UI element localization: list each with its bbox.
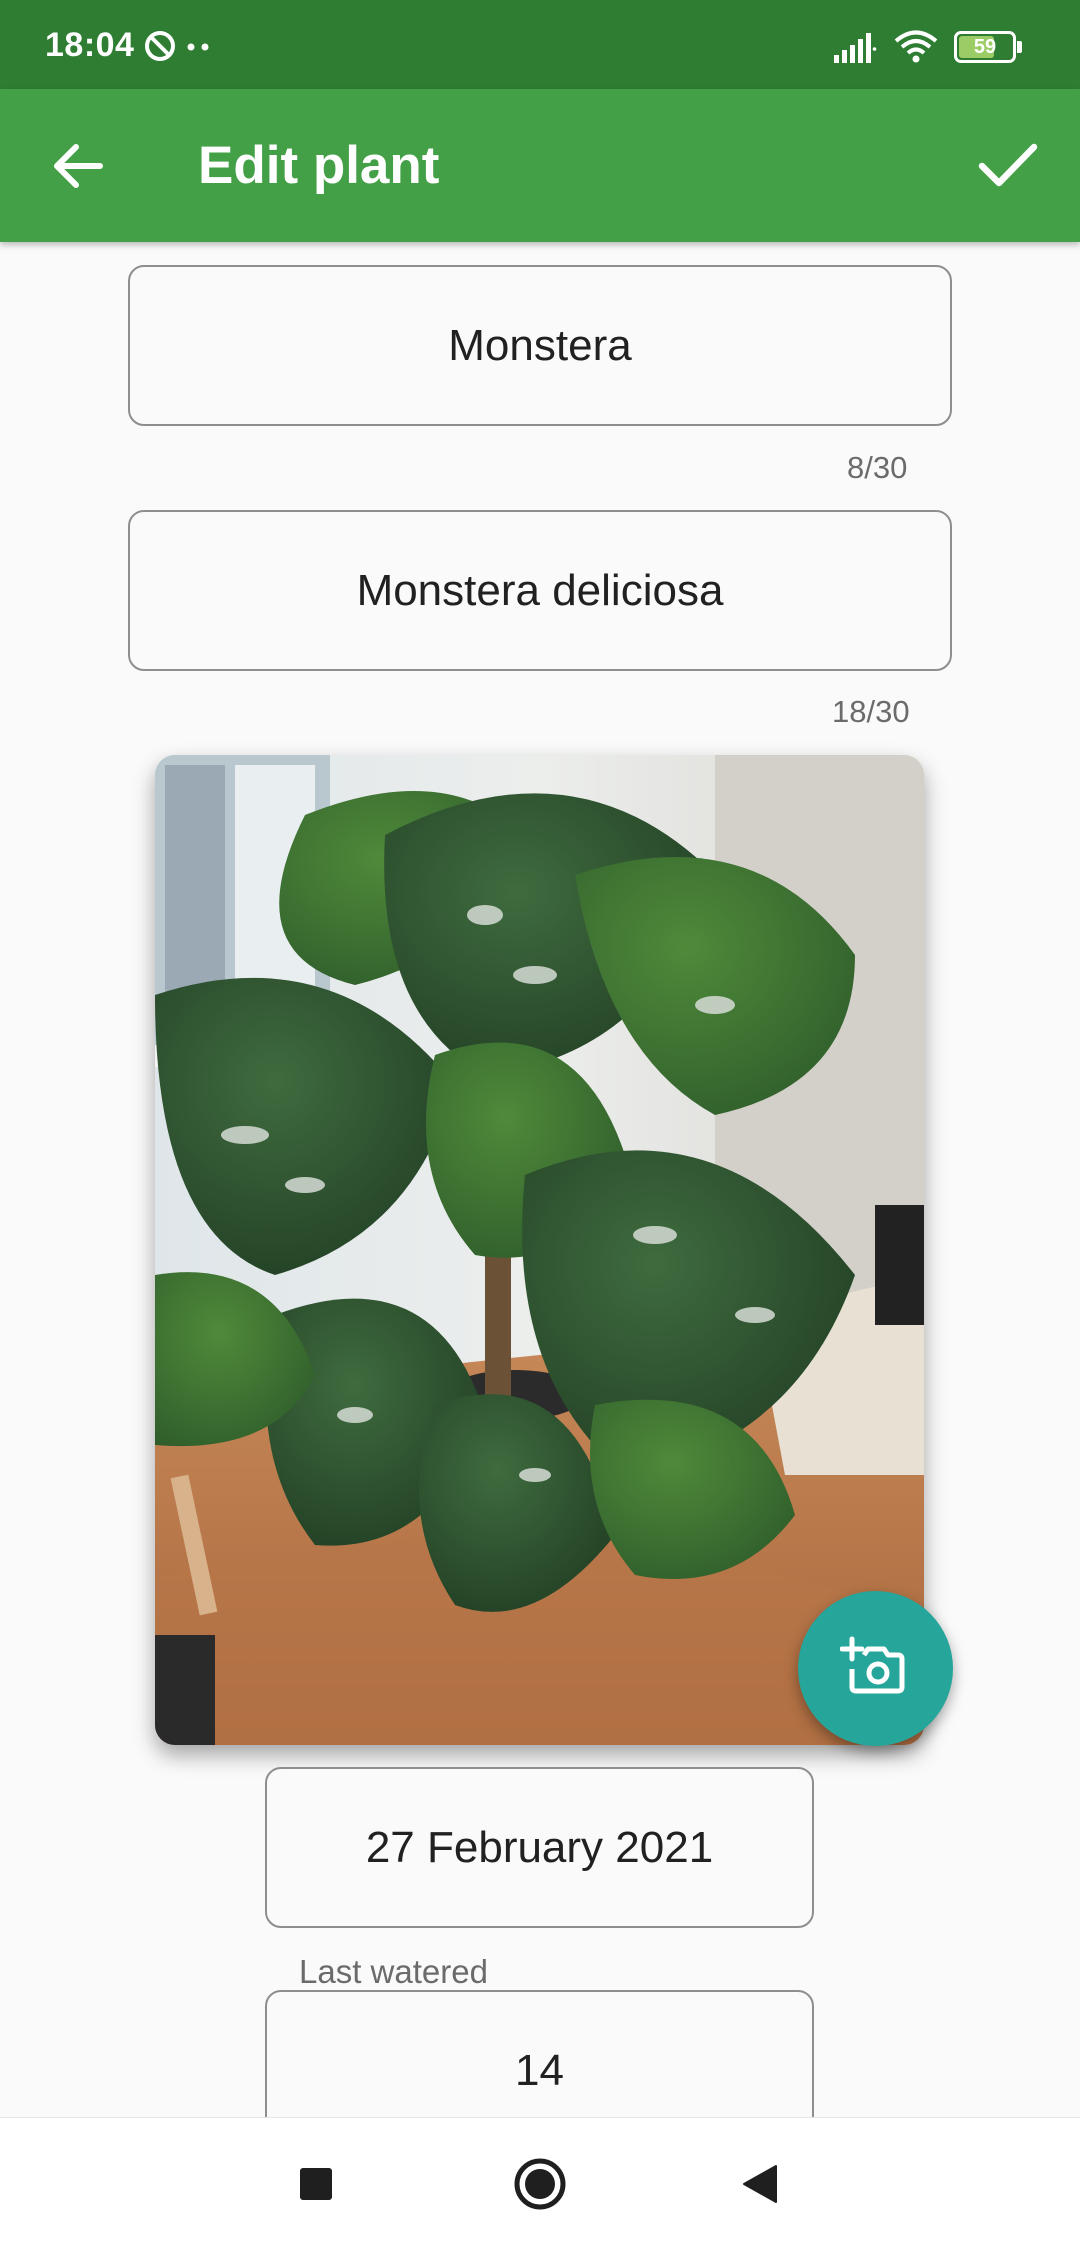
date-value: 27 February 2021 <box>365 1822 714 1872</box>
plant-name-counter: 8/30 <box>847 450 908 485</box>
back-button[interactable] <box>44 133 110 199</box>
wifi-icon <box>894 30 938 63</box>
save-button[interactable] <box>972 129 1042 199</box>
battery-level: 59 <box>973 36 997 58</box>
home-button[interactable] <box>508 2152 572 2216</box>
app-bar: Edit plant <box>0 89 1080 242</box>
last-watered-label: Last watered <box>299 1953 488 1990</box>
recents-button[interactable] <box>284 2152 348 2216</box>
add-camera-icon <box>839 1636 904 1693</box>
plant-name-input[interactable] <box>130 320 950 371</box>
check-icon <box>978 143 1038 187</box>
battery-icon: 59 <box>954 31 1022 63</box>
plant-photo-image <box>155 755 924 1745</box>
plant-photo[interactable] <box>155 755 924 1745</box>
plant-species-input[interactable] <box>130 565 950 616</box>
dots-icon <box>187 43 209 51</box>
data-saver-icon <box>145 31 175 61</box>
status-right-icons: 59 <box>834 30 1022 64</box>
system-nav-bar <box>0 2117 1080 2246</box>
recents-square-icon <box>300 2168 332 2200</box>
status-bar: 18:04 59 <box>0 0 1080 89</box>
date-field[interactable]: 27 February 2021 <box>265 1767 814 1928</box>
plant-species-counter: 18/30 <box>832 694 910 729</box>
signal-icon <box>834 33 877 63</box>
add-photo-button[interactable] <box>798 1591 953 1746</box>
plant-name-field[interactable] <box>128 265 952 426</box>
arrow-back-icon <box>54 144 103 188</box>
page-title: Edit plant <box>198 136 440 195</box>
back-nav-button[interactable] <box>728 2152 792 2216</box>
plant-species-field[interactable] <box>128 510 952 671</box>
status-left-icons <box>143 28 213 69</box>
status-time: 18:04 <box>45 26 135 64</box>
last-watered-value: 14 <box>515 2045 564 2095</box>
back-triangle-icon <box>743 2165 777 2203</box>
home-circle-icon <box>514 2158 566 2210</box>
